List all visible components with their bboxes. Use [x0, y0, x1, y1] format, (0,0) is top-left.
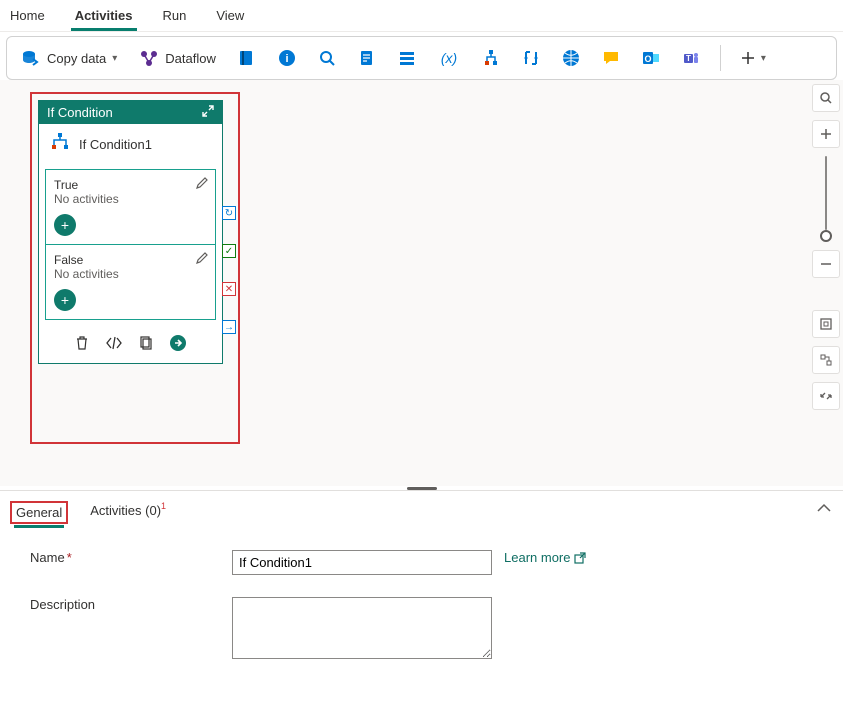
code-icon[interactable] — [105, 336, 123, 353]
learn-more-link[interactable]: Learn more — [504, 550, 586, 565]
notebook-icon[interactable] — [232, 45, 262, 71]
false-label: False — [54, 253, 207, 267]
if-condition-small-icon — [49, 132, 71, 157]
activities-toolbar: Copy data ▾ Dataflow i (x) O T ▾ — [6, 36, 837, 80]
svg-text:O: O — [644, 54, 651, 64]
general-form: Name * Learn more Description — [0, 526, 843, 669]
card-titlebar: If Condition — [39, 101, 222, 124]
connector-skip[interactable]: ↻ — [222, 206, 236, 220]
true-label: True — [54, 178, 207, 192]
search-icon[interactable] — [312, 45, 342, 71]
false-empty-text: No activities — [54, 267, 207, 281]
connector-failure[interactable]: ✕ — [222, 282, 236, 296]
collapse-icon[interactable] — [812, 382, 840, 410]
tab-home[interactable]: Home — [6, 2, 49, 30]
panel-collapse-icon[interactable] — [817, 501, 831, 516]
panel-tabs: General Activities (0)1 — [0, 491, 843, 526]
chevron-down-icon: ▾ — [761, 53, 766, 64]
add-true-activity[interactable]: + — [54, 214, 76, 236]
outlook-icon[interactable]: O — [636, 45, 666, 71]
properties-panel: General Activities (0)1 Name * Learn mor… — [0, 490, 843, 669]
false-branch[interactable]: False No activities + — [45, 244, 216, 320]
zoom-slider[interactable] — [825, 156, 827, 230]
description-label: Description — [30, 597, 220, 612]
connector-success[interactable]: ✓ — [222, 244, 236, 258]
description-input[interactable] — [232, 597, 492, 659]
delete-icon[interactable] — [75, 335, 89, 354]
top-tabs: Home Activities Run View — [0, 0, 843, 32]
copy-icon[interactable] — [139, 335, 153, 354]
add-activity-button[interactable]: ▾ — [735, 47, 772, 69]
layout-icon[interactable] — [812, 346, 840, 374]
true-branch[interactable]: True No activities + — [45, 169, 216, 244]
card-subheader: If Condition1 — [39, 124, 222, 169]
card-footer — [39, 328, 222, 363]
fit-icon[interactable] — [812, 310, 840, 338]
switch-icon[interactable] — [516, 45, 546, 71]
dataflow-label: Dataflow — [165, 51, 216, 66]
add-false-activity[interactable]: + — [54, 289, 76, 311]
run-icon[interactable] — [169, 334, 187, 355]
copy-data-icon — [21, 49, 41, 67]
zoom-slider-thumb[interactable] — [820, 230, 832, 242]
card-title-text: If Condition — [47, 105, 113, 120]
name-input[interactable] — [232, 550, 492, 575]
pencil-icon[interactable] — [195, 176, 209, 193]
chat-icon[interactable] — [596, 45, 626, 71]
svg-text:(x): (x) — [441, 50, 457, 66]
svg-text:i: i — [285, 53, 288, 65]
connector-completion[interactable]: → — [222, 320, 236, 334]
connector-handles: ↻ ✓ ✕ → — [222, 206, 238, 334]
dataflow-button[interactable]: Dataflow — [133, 45, 222, 71]
tab-activities-count[interactable]: Activities (0)1 — [86, 499, 170, 526]
card-subtitle: If Condition1 — [79, 137, 152, 152]
tab-general[interactable]: General — [10, 501, 68, 524]
chevron-down-icon: ▾ — [112, 53, 117, 64]
tab-view[interactable]: View — [212, 2, 248, 30]
pencil-icon[interactable] — [195, 251, 209, 268]
plus-icon — [741, 51, 755, 65]
tab-activities[interactable]: Activities — [71, 2, 137, 30]
info-icon[interactable]: i — [272, 45, 302, 71]
canvas-search-icon[interactable] — [812, 84, 840, 112]
copy-data-label: Copy data — [47, 51, 106, 66]
teams-icon[interactable]: T — [676, 45, 706, 71]
list-icon[interactable] — [392, 45, 422, 71]
variable-icon[interactable]: (x) — [432, 45, 466, 71]
external-link-icon — [574, 552, 586, 564]
expand-icon[interactable] — [202, 105, 214, 120]
script-icon[interactable] — [352, 45, 382, 71]
zoom-in-icon[interactable] — [812, 120, 840, 148]
web-icon[interactable] — [556, 45, 586, 71]
if-condition-icon[interactable] — [476, 45, 506, 71]
svg-text:T: T — [686, 54, 691, 63]
true-empty-text: No activities — [54, 192, 207, 206]
name-label: Name * — [30, 550, 220, 565]
zoom-out-icon[interactable] — [812, 250, 840, 278]
canvas[interactable]: If Condition If Condition1 True No activ… — [0, 80, 843, 486]
if-condition-card[interactable]: If Condition If Condition1 True No activ… — [38, 100, 223, 364]
copy-data-button[interactable]: Copy data ▾ — [15, 45, 123, 71]
toolbar-separator — [720, 45, 721, 71]
tab-run[interactable]: Run — [159, 2, 191, 30]
canvas-tools — [811, 84, 841, 410]
dataflow-icon — [139, 49, 159, 67]
